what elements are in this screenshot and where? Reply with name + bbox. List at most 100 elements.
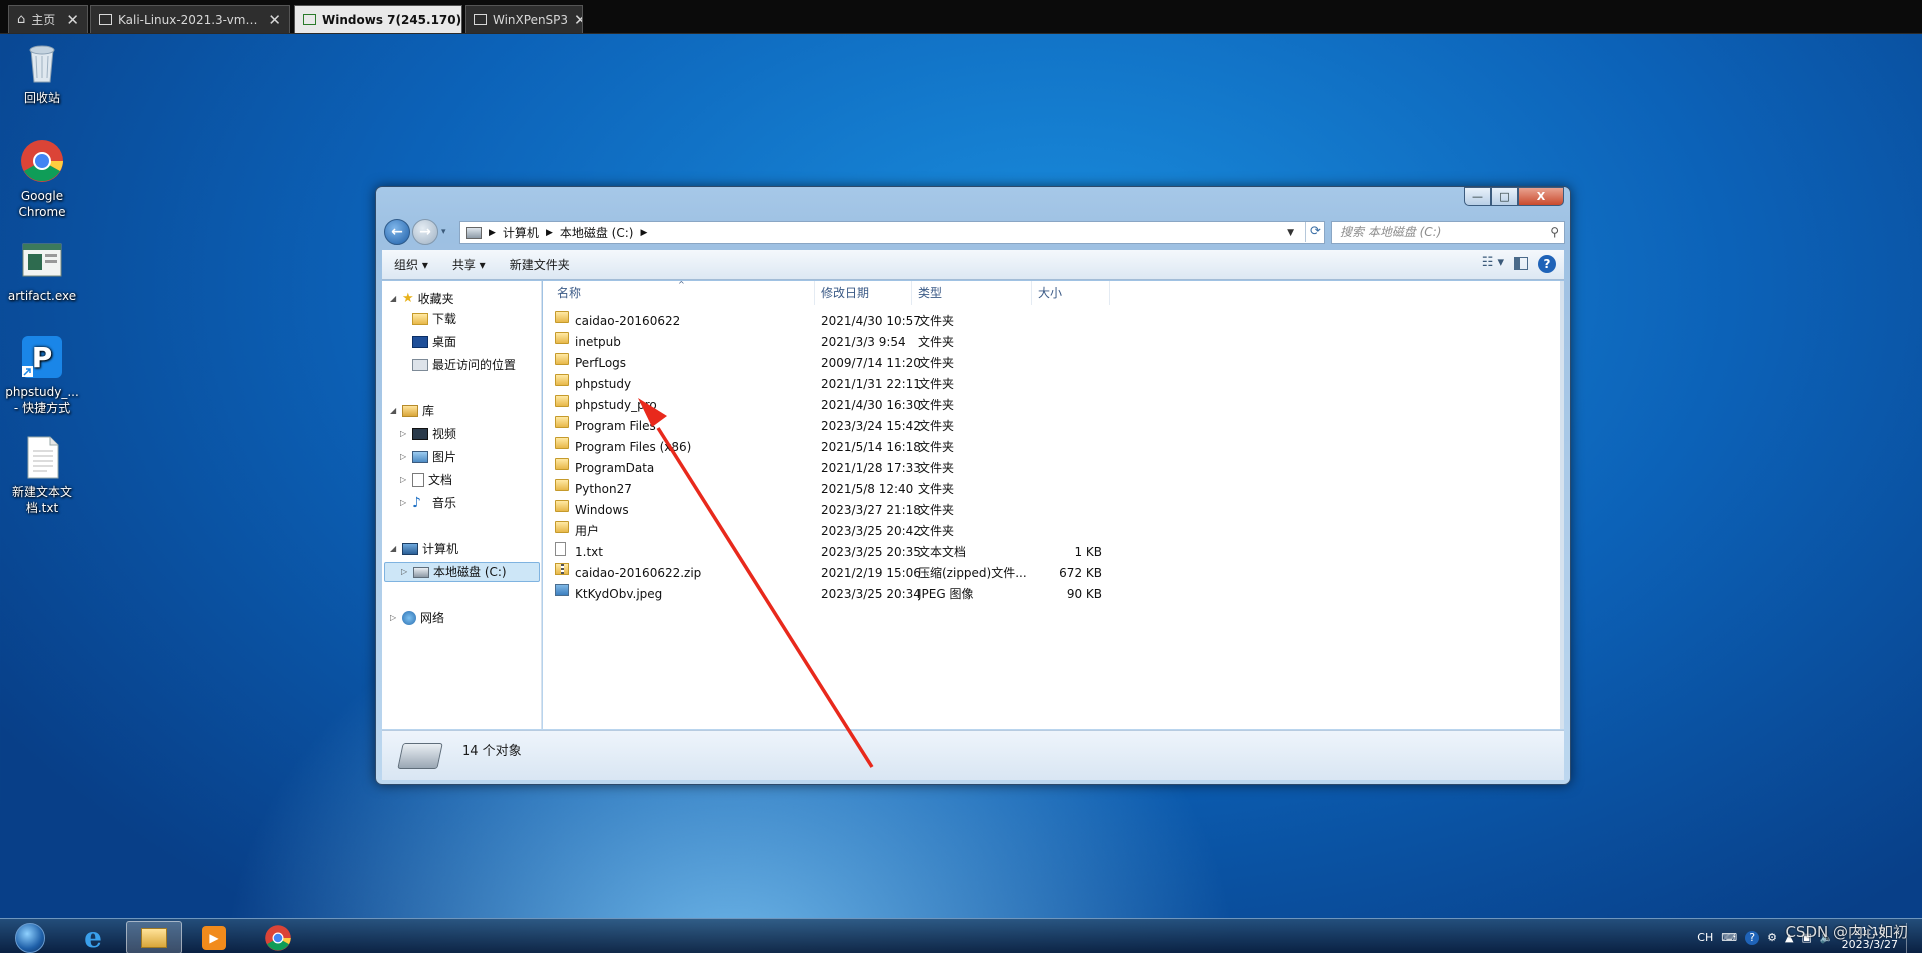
- keyboard-icon[interactable]: ⌨: [1721, 931, 1737, 944]
- tree-libraries[interactable]: ◢ 库: [390, 401, 434, 421]
- expanded-icon[interactable]: ◢: [390, 289, 398, 309]
- image-file-icon: [555, 584, 569, 596]
- tree-computer[interactable]: ◢ 计算机: [390, 539, 458, 559]
- file-row[interactable]: caidao-20160622.zip 2021/2/19 15:06 压缩(zip…: [543, 563, 1143, 584]
- tree-downloads[interactable]: 下载: [412, 309, 456, 329]
- column-name[interactable]: 名称 ^: [543, 280, 815, 305]
- file-row[interactable]: Windows 2023/3/27 21:18 文件夹: [543, 500, 1143, 521]
- column-type[interactable]: 类型: [912, 281, 1032, 305]
- file-row[interactable]: inetpub 2021/3/3 9:54 文件夹: [543, 332, 1143, 353]
- minimize-button[interactable]: —: [1464, 187, 1491, 206]
- file-type: 文件夹: [918, 461, 955, 475]
- vm-running-icon: [303, 14, 316, 25]
- windows-orb-icon: [15, 922, 45, 953]
- preview-pane-icon[interactable]: [1514, 257, 1528, 270]
- close-icon[interactable]: ✕: [66, 11, 79, 29]
- expanded-icon[interactable]: ◢: [390, 539, 398, 559]
- search-input[interactable]: 搜索 本地磁盘 (C:) ⚲: [1331, 221, 1565, 244]
- collapsed-icon[interactable]: ▷: [390, 608, 398, 628]
- desktop-icon-artifact[interactable]: artifact.exe: [0, 238, 84, 304]
- taskbar-chrome[interactable]: [250, 921, 306, 953]
- tree-favorites[interactable]: ◢ ★ 收藏夹: [390, 289, 454, 309]
- search-icon[interactable]: ⚲: [1550, 222, 1559, 243]
- taskbar-ie[interactable]: e: [65, 921, 121, 953]
- close-button[interactable]: X: [1518, 187, 1564, 206]
- share-button[interactable]: 共享 ▾: [440, 250, 498, 280]
- tree-music[interactable]: ▷ ♪ 音乐: [400, 493, 456, 513]
- vm-tab-bar: ⌂ 主页 ✕ Kali-Linux-2021.3-vmware-am... ✕ …: [0, 0, 1922, 34]
- vm-tab-windows7[interactable]: Windows 7(245.170) ✕: [294, 5, 462, 33]
- file-row[interactable]: phpstudy 2021/1/31 22:11 文件夹: [543, 374, 1143, 395]
- help-tray-icon[interactable]: ?: [1745, 930, 1760, 945]
- breadcrumb-separator-icon[interactable]: ▶: [546, 228, 553, 238]
- file-name: phpstudy_pro: [575, 398, 657, 412]
- tree-recent[interactable]: 最近访问的位置: [412, 355, 516, 375]
- explorer-window[interactable]: — □ X ← → ▾ ▶ 计算机 ▶ 本地磁盘 (C:) ▶ ▼ ⟳ 搜索 本…: [375, 186, 1571, 785]
- ime-options-icon[interactable]: ⚙: [1767, 931, 1777, 944]
- tree-network[interactable]: ▷ 网络: [390, 608, 444, 628]
- desktop-icon-new-text[interactable]: 新建文本文档.txt: [0, 434, 84, 516]
- file-row[interactable]: PerfLogs 2009/7/14 11:20 文件夹: [543, 353, 1143, 374]
- desktop-icon-phpstudy[interactable]: P phpstudy_... - 快捷方式: [0, 334, 84, 416]
- language-indicator[interactable]: CH: [1697, 931, 1713, 944]
- exe-icon: [19, 238, 65, 284]
- collapsed-icon[interactable]: ▷: [401, 562, 409, 582]
- back-button[interactable]: ←: [384, 219, 410, 245]
- new-folder-button[interactable]: 新建文件夹: [498, 250, 582, 280]
- forward-button[interactable]: →: [412, 219, 438, 245]
- maximize-button[interactable]: □: [1491, 187, 1518, 206]
- collapsed-icon[interactable]: ▷: [400, 447, 408, 467]
- breadcrumb-separator-icon[interactable]: ▶: [640, 228, 647, 238]
- refresh-button[interactable]: ⟳: [1305, 222, 1325, 242]
- help-icon[interactable]: ?: [1538, 255, 1556, 273]
- file-date: 2021/1/28 17:33: [821, 461, 921, 475]
- file-row[interactable]: phpstudy_pro 2021/4/30 16:30 文件夹: [543, 395, 1143, 416]
- breadcrumb-separator-icon[interactable]: ▶: [489, 228, 496, 238]
- file-row[interactable]: Program Files (x86) 2021/5/14 16:18 文件夹: [543, 437, 1143, 458]
- view-options-icon[interactable]: ☷ ▾: [1482, 255, 1504, 273]
- collapsed-icon[interactable]: ▷: [400, 493, 408, 513]
- breadcrumb-local-disk[interactable]: 本地磁盘 (C:): [560, 224, 634, 241]
- column-date[interactable]: 修改日期: [815, 281, 912, 305]
- tree-pictures[interactable]: ▷ 图片: [400, 447, 456, 467]
- desktop-icon-recycle-bin[interactable]: 回收站: [0, 40, 84, 106]
- file-name: KtKydObv.jpeg: [575, 587, 663, 601]
- vm-tab-kali[interactable]: Kali-Linux-2021.3-vmware-am... ✕: [90, 5, 290, 33]
- file-row[interactable]: caidao-20160622 2021/4/30 10:57 文件夹: [543, 311, 1143, 332]
- window-controls: — □ X: [1464, 187, 1564, 206]
- file-name: inetpub: [575, 335, 621, 349]
- tree-documents[interactable]: ▷ 文档: [400, 470, 452, 490]
- close-icon[interactable]: ✕: [574, 11, 582, 29]
- taskbar-explorer[interactable]: [126, 921, 182, 953]
- desktop-icon-chrome[interactable]: Google Chrome: [0, 138, 84, 220]
- collapsed-icon[interactable]: ▷: [400, 424, 408, 444]
- svg-text:P: P: [32, 341, 53, 374]
- breadcrumb-computer[interactable]: 计算机: [503, 224, 539, 241]
- file-row[interactable]: Program Files 2023/3/24 15:42 文件夹: [543, 416, 1143, 437]
- start-button[interactable]: [2, 921, 58, 953]
- collapsed-icon[interactable]: ▷: [400, 470, 408, 490]
- address-bar[interactable]: ▶ 计算机 ▶ 本地磁盘 (C:) ▶ ▼: [459, 221, 1325, 244]
- scrollbar[interactable]: [1560, 281, 1564, 729]
- taskbar-media-player[interactable]: ▶: [186, 921, 242, 953]
- recent-pages-dropdown[interactable]: ▾: [441, 227, 446, 237]
- expanded-icon[interactable]: ◢: [390, 401, 398, 421]
- tree-desktop[interactable]: 桌面: [412, 332, 456, 352]
- vm-tab-home[interactable]: ⌂ 主页 ✕: [8, 5, 88, 33]
- command-bar: 组织 ▾ 共享 ▾ 新建文件夹 ☷ ▾ ?: [382, 250, 1564, 280]
- file-row[interactable]: KtKydObv.jpeg 2023/3/25 20:34 JPEG 图像 90 KB: [543, 584, 1143, 605]
- organize-button[interactable]: 组织 ▾: [382, 250, 440, 280]
- close-icon[interactable]: ✕: [268, 11, 281, 29]
- file-row[interactable]: 1.txt 2023/3/25 20:35 文本文档 1 KB: [543, 542, 1143, 563]
- folder-icon: [555, 374, 569, 386]
- folder-icon: [555, 437, 569, 449]
- address-dropdown-icon[interactable]: ▼: [1287, 228, 1294, 238]
- tree-local-disk[interactable]: ▷ 本地磁盘 (C:): [384, 562, 540, 582]
- file-row[interactable]: Python27 2021/5/8 12:40 文件夹: [543, 479, 1143, 500]
- file-row[interactable]: ProgramData 2021/1/28 17:33 文件夹: [543, 458, 1143, 479]
- vm-tab-winxp[interactable]: WinXPenSP3 ✕: [465, 5, 583, 33]
- music-library-icon: ♪: [412, 495, 421, 511]
- file-row[interactable]: 用户 2023/3/25 20:42 文件夹: [543, 521, 1143, 542]
- tree-videos[interactable]: ▷ 视频: [400, 424, 456, 444]
- column-size[interactable]: 大小: [1032, 281, 1110, 305]
